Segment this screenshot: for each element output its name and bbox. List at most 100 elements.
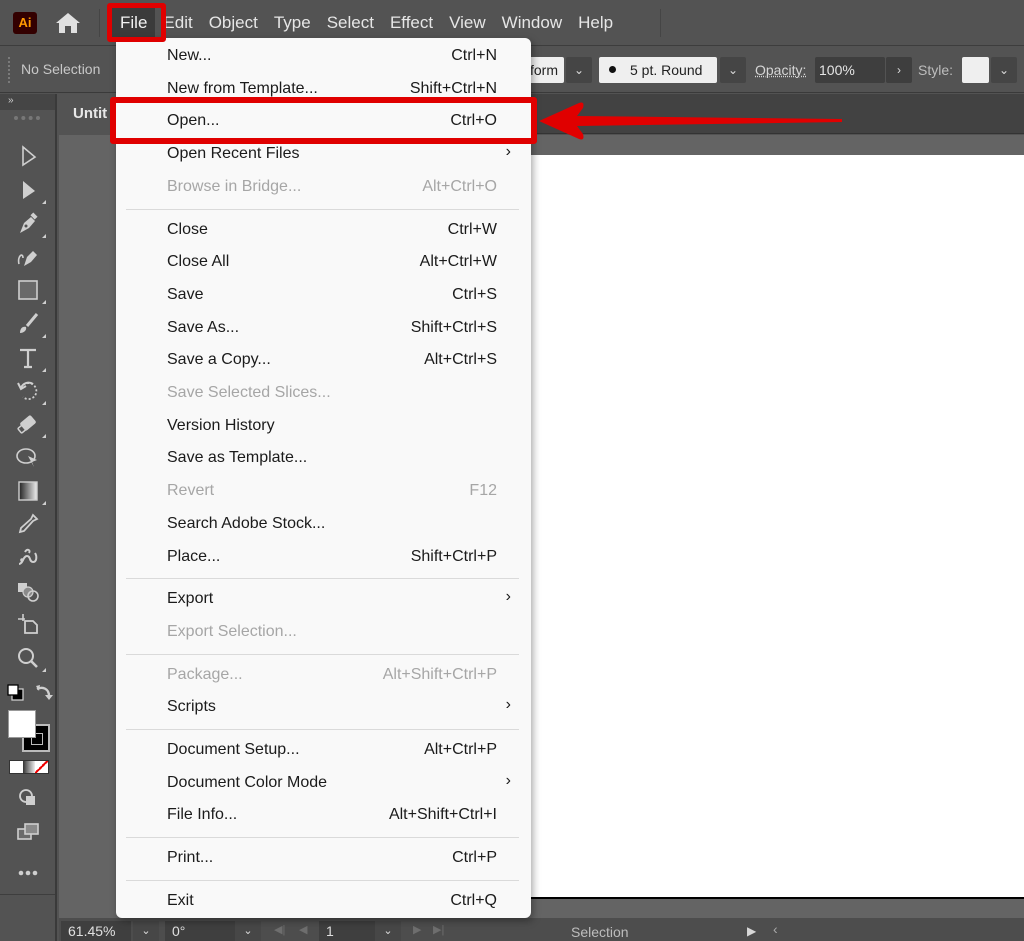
play-icon[interactable]: ▶ [747,924,756,938]
artboard-tool[interactable] [13,610,43,638]
collapse-toolbar-button[interactable]: » [0,94,55,110]
next-artboard-icon[interactable]: ▶ [413,923,421,936]
swap-arrow-icon [36,685,53,700]
none-mode-button[interactable] [35,761,49,773]
menu-type[interactable]: Type [266,8,319,38]
menu-effect[interactable]: Effect [382,8,441,38]
zoom-level-field[interactable]: 61.45% [61,921,131,941]
menu-item-label: Exit [167,891,194,909]
brush-dot-icon [609,65,616,73]
selection-arrow-outline-icon [22,145,37,167]
menu-item-shortcut: Alt+Shift+Ctrl+I [388,806,497,824]
menu-item-label: Print... [167,849,214,867]
chevron-down-icon[interactable]: ⌄ [235,921,261,941]
eraser-tool[interactable] [13,410,46,438]
tools-panel: » [0,94,57,941]
file-menu-item-save[interactable]: Save Ctrl+S [116,279,531,311]
direct-selection-tool[interactable] [13,176,46,204]
chevron-left-icon[interactable]: ‹ [773,921,778,937]
last-artboard-icon[interactable]: ▶| [433,923,444,936]
file-menu-item-version-history[interactable]: Version History [116,410,531,442]
variable-width-profile-field[interactable]: form [528,57,564,83]
curvature-pen-icon [17,251,37,266]
chevron-down-icon[interactable]: ⌄ [133,921,159,941]
eyedropper-tool[interactable] [13,510,43,538]
default-fill-stroke-button[interactable] [5,682,27,704]
paintbrush-tool[interactable] [13,310,46,338]
file-menu-item-document-setup[interactable]: Document Setup... Alt+Ctrl+P [116,734,531,766]
file-menu-item-save-as[interactable]: Save As... Shift+Ctrl+S [116,312,531,344]
file-menu-item-save-a-copy[interactable]: Save a Copy... Alt+Ctrl+S [116,344,531,376]
menu-item-label: Browse in Bridge... [167,177,302,195]
menu-item-shortcut: Ctrl+S [452,285,497,303]
menu-item-label: Revert [167,482,215,500]
file-menu-item-close[interactable]: Close Ctrl+W [116,214,531,246]
rectangle-tool[interactable] [13,276,46,304]
puppet-warp-tool[interactable] [13,543,43,571]
swap-fill-stroke-button[interactable] [33,682,55,704]
screen-mode-button[interactable] [13,818,43,846]
file-menu-item-search-adobe-stock[interactable]: Search Adobe Stock... [116,508,531,540]
menu-item-label: New from Template... [167,79,318,97]
opacity-input[interactable]: 100% [815,57,885,83]
open-item-highlight [110,97,537,144]
file-menu-item-export[interactable]: Export › [116,583,531,615]
file-menu-item-new[interactable]: New... Ctrl+N [116,40,531,72]
chevron-down-icon[interactable]: ⌄ [991,57,1017,83]
rotate-tool[interactable] [13,377,46,405]
panel-grip[interactable] [8,57,10,83]
first-artboard-icon[interactable]: ◀​| [274,923,285,936]
pen-icon [20,212,38,233]
pen-tool[interactable] [13,210,46,238]
file-menu-dropdown: New... Ctrl+N New from Template... Shift+Ct… [116,38,531,918]
menu-window[interactable]: Window [494,8,570,38]
menu-help[interactable]: Help [570,8,621,38]
menu-view[interactable]: View [441,8,494,38]
paintbrush-icon [20,313,39,333]
file-menu-item-file-info[interactable]: File Info... Alt+Shift+Ctrl+I [116,799,531,831]
draw-mode-button[interactable] [13,784,43,812]
artboard-number-field[interactable]: 1 [319,921,375,941]
menu-object[interactable]: Object [201,8,266,38]
menu-select[interactable]: Select [319,8,382,38]
zoom-tool[interactable] [13,644,46,672]
gradient-mode-button[interactable] [22,761,36,773]
artboard[interactable] [529,155,1024,899]
chevron-down-icon[interactable]: ⌄ [566,57,592,83]
color-mode-button[interactable] [10,761,23,773]
gradient-tool[interactable] [13,477,46,505]
file-menu-item-revert: Revert F12 [116,475,531,507]
file-menu-item-exit[interactable]: Exit Ctrl+Q [116,885,531,917]
file-menu-item-close-all[interactable]: Close All Alt+Ctrl+W [116,246,531,278]
blend-tool[interactable] [13,577,43,605]
brush-definition-field[interactable]: 5 pt. Round [599,57,717,83]
shape-builder-tool[interactable] [13,444,43,472]
chevron-right-icon[interactable]: › [886,57,912,83]
type-tool[interactable] [13,344,46,372]
menu-item-shortcut: Alt+Ctrl+P [424,741,497,758]
toolbar-grip[interactable] [14,116,40,120]
home-icon[interactable] [54,11,82,35]
chevron-down-icon[interactable]: ⌄ [375,921,401,941]
selection-tool[interactable] [13,142,43,170]
rotate-icon [17,381,38,400]
edit-toolbar-button[interactable] [13,859,43,887]
file-menu-item-document-color-mode[interactable]: Document Color Mode › [116,767,531,799]
chevron-down-icon[interactable]: ⌄ [720,57,746,83]
menu-item-label: Save As... [167,318,240,336]
menu-item-label: New... [167,47,212,64]
draw-mode-icon [19,789,35,805]
brush-definition-value: 5 pt. Round [630,62,703,78]
menu-item-label: Export Selection... [167,622,297,640]
curvature-tool[interactable] [13,243,43,271]
graphic-style-swatch[interactable] [962,57,989,83]
file-menu-item-scripts[interactable]: Scripts › [116,691,531,723]
file-menu-item-print[interactable]: Print... Ctrl+P [116,842,531,874]
file-menu-item-place[interactable]: Place... Shift+Ctrl+P [116,541,531,573]
file-menu-item-save-as-template[interactable]: Save as Template... [116,442,531,474]
fill-color-swatch[interactable] [8,710,36,738]
opacity-label[interactable]: Opacity: [755,62,806,78]
previous-artboard-icon[interactable]: ◀ [299,923,307,936]
rotation-field[interactable]: 0° [165,921,235,941]
current-tool-status[interactable]: Selection [571,924,629,940]
